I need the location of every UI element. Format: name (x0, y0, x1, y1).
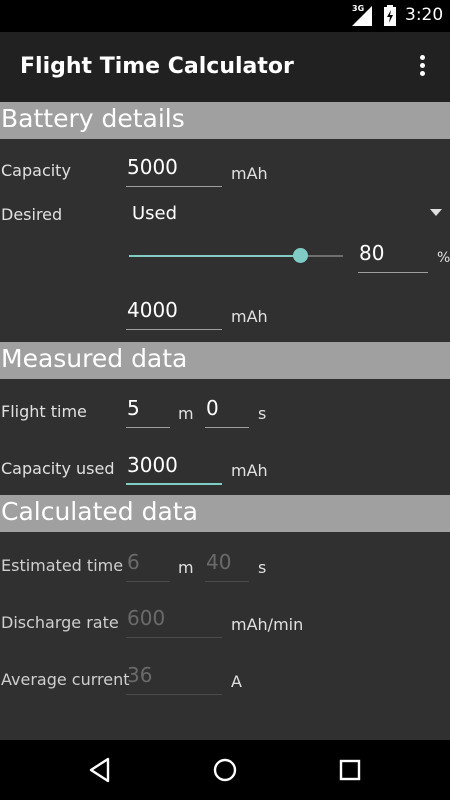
percent-unit: % (437, 250, 450, 266)
estimated-minutes-output: 6 (126, 550, 170, 582)
status-bar: 3G 3:20 (0, 0, 450, 32)
flight-seconds-input[interactable]: 0 (205, 396, 249, 428)
dropdown-arrow-icon[interactable] (430, 209, 442, 216)
navigation-bar (0, 740, 450, 800)
home-icon[interactable] (213, 757, 237, 783)
slider-thumb[interactable] (293, 248, 309, 263)
signal-icon (352, 6, 372, 26)
discharge-rate-unit: mAh/min (231, 615, 304, 634)
minutes-unit: m (178, 404, 194, 423)
app-toolbar: Flight Time Calculator (0, 32, 450, 102)
desired-label: Desired (1, 205, 63, 224)
measured-data-header: Measured data (0, 342, 450, 379)
capacity-unit: mAh (231, 164, 268, 183)
battery-details-header: Battery details (0, 102, 450, 139)
back-icon[interactable] (88, 757, 112, 783)
average-current-unit: A (231, 672, 242, 691)
est-seconds-unit: s (258, 558, 267, 577)
estimated-time-label: Estimated time (1, 556, 124, 575)
capacity-used-unit: mAh (231, 461, 268, 480)
overflow-menu-icon[interactable] (410, 54, 434, 80)
clock: 3:20 (405, 5, 444, 25)
desired-capacity-unit: mAh (231, 307, 268, 326)
average-current-label: Average current (1, 670, 130, 689)
est-minutes-unit: m (178, 558, 194, 577)
flight-minutes-input[interactable]: 5 (126, 396, 170, 428)
slider-fill (129, 255, 301, 257)
percent-input[interactable]: 80 (358, 241, 428, 273)
estimated-seconds-output: 40 (205, 550, 249, 582)
capacity-label: Capacity (1, 161, 71, 180)
section-title: Calculated data (1, 497, 198, 526)
discharge-rate-label: Discharge rate (1, 613, 119, 632)
calculated-data-header: Calculated data (0, 495, 450, 532)
section-title: Measured data (1, 344, 188, 373)
discharge-rate-output: 600 (126, 606, 222, 638)
desired-percent-slider[interactable] (129, 248, 343, 263)
seconds-unit: s (258, 404, 267, 423)
section-title: Battery details (1, 104, 185, 133)
capacity-used-label: Capacity used (1, 459, 115, 478)
capacity-input[interactable]: 5000 (126, 155, 222, 187)
battery-icon (384, 5, 396, 26)
recents-icon[interactable] (339, 757, 361, 783)
desired-capacity-input[interactable]: 4000 (126, 298, 222, 330)
desired-spinner-value: Used (132, 203, 178, 224)
capacity-used-input[interactable]: 3000 (126, 453, 222, 485)
flight-time-label: Flight time (1, 402, 87, 421)
average-current-output: 36 (126, 663, 222, 695)
app-title: Flight Time Calculator (20, 54, 294, 79)
